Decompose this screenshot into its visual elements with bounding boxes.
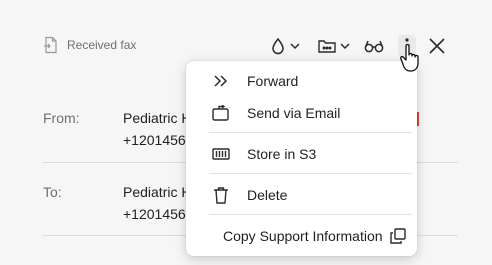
menu-item-delete[interactable]: Delete (186, 180, 417, 210)
folder-tag-icon (318, 38, 336, 54)
read-toggle-button[interactable] (364, 34, 384, 58)
send-email-icon (211, 103, 231, 123)
from-number: +1201456 (123, 132, 186, 148)
status-marker (417, 112, 419, 126)
storage-icon (211, 144, 231, 164)
menu-item-label: Store in S3 (247, 146, 317, 162)
menu-item-label: Send via Email (247, 105, 341, 121)
from-name: Pediatric H (123, 110, 192, 126)
chevron-down-icon (290, 42, 300, 50)
fax-document-icon (43, 36, 59, 54)
menu-item-label: Forward (247, 73, 299, 89)
to-number: +1201456 (123, 206, 186, 222)
menu-item-send-email[interactable]: Send via Email (186, 98, 417, 128)
trash-icon (211, 185, 231, 205)
forward-icon (211, 71, 231, 91)
color-tag-dropdown[interactable] (270, 34, 300, 58)
mouse-pointer-icon (400, 42, 422, 77)
menu-separator (209, 214, 412, 215)
fax-label-text: Received fax (67, 38, 137, 52)
close-icon (429, 38, 445, 54)
to-name: Pediatric H (123, 184, 192, 200)
menu-item-label: Copy Support Information (223, 228, 383, 244)
copy-icon (388, 226, 408, 246)
droplet-icon (270, 37, 286, 55)
chevron-down-icon (340, 42, 350, 50)
fax-type-label: Received fax (43, 36, 136, 54)
from-label: From: (43, 110, 80, 126)
glasses-icon (364, 39, 384, 53)
menu-separator (209, 173, 412, 174)
menu-item-forward[interactable]: Forward (186, 66, 417, 96)
menu-item-label: Delete (247, 187, 288, 203)
close-button[interactable] (429, 34, 445, 58)
to-label: To: (43, 184, 62, 200)
menu-item-store-s3[interactable]: Store in S3 (186, 139, 417, 169)
menu-item-copy-support-info[interactable]: Copy Support Information (186, 221, 417, 251)
menu-separator (209, 132, 412, 133)
folder-dropdown[interactable] (318, 34, 350, 58)
more-options-menu: Forward Send via Email Store in S3 Delet… (186, 61, 417, 256)
